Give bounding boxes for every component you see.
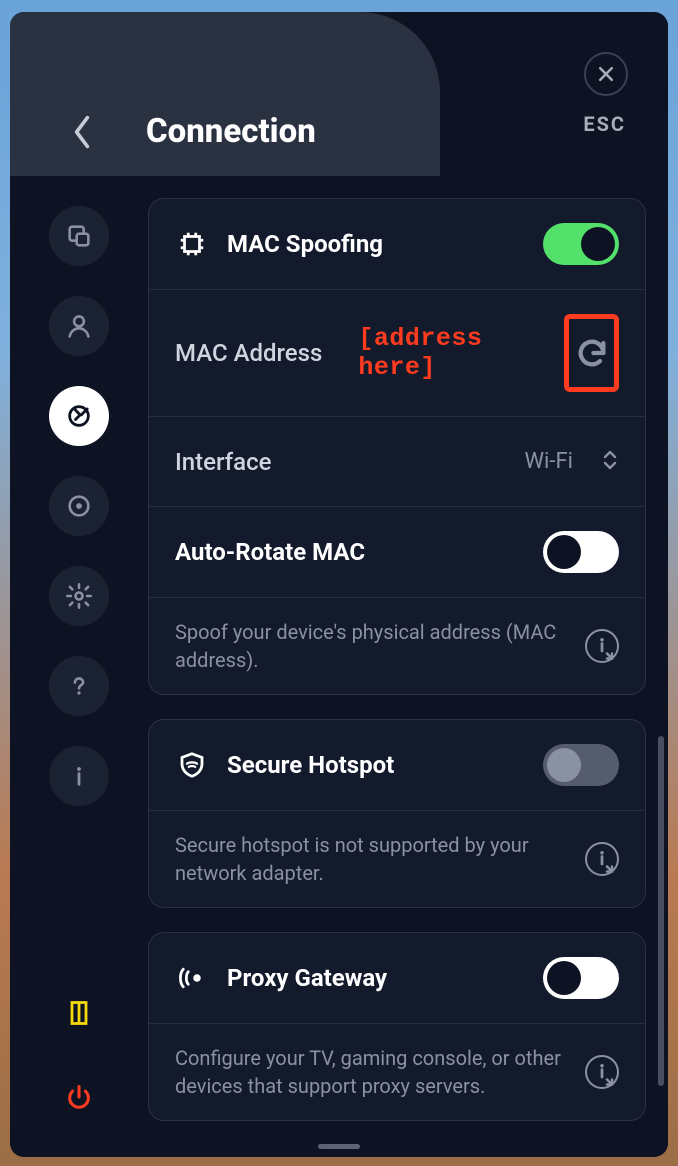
chevron-left-icon: [71, 114, 93, 150]
hotspot-footer: Secure hotspot is not supported by your …: [149, 811, 645, 907]
app-window: Connection ESC: [10, 12, 668, 1157]
sidebar-item-settings[interactable]: [49, 566, 109, 626]
row-interface[interactable]: Interface Wi-Fi: [149, 417, 645, 507]
mac-address-label: MAC Address: [175, 339, 322, 367]
chevron-updown-icon: [601, 448, 619, 472]
mac-footer: Spoof your device's physical address (MA…: [149, 598, 645, 694]
row-mac-address: MAC Address [address here]: [149, 290, 645, 417]
content: MAC Spoofing MAC Address [address here]: [148, 176, 668, 1157]
sidebar-item-info[interactable]: [49, 746, 109, 806]
proxy-footer: Configure your TV, gaming console, or ot…: [149, 1024, 645, 1120]
interface-label: Interface: [175, 448, 271, 476]
sidebar-item-power[interactable]: [49, 1067, 109, 1127]
hotspot-toggle[interactable]: [543, 744, 619, 786]
hotspot-info-link[interactable]: [585, 842, 619, 876]
auto-rotate-label: Auto-Rotate MAC: [175, 538, 365, 566]
hotspot-label: Secure Hotspot: [227, 751, 394, 779]
row-mac-spoofing: MAC Spoofing: [149, 199, 645, 290]
mac-spoofing-toggle[interactable]: [543, 223, 619, 265]
gear-icon: [65, 582, 93, 610]
mac-address-value: [address here]: [358, 324, 532, 382]
close-button[interactable]: [584, 52, 628, 96]
help-icon: [65, 672, 93, 700]
card-hotspot: Secure Hotspot Secure hotspot is not sup…: [148, 719, 646, 908]
card-proxy: Proxy Gateway Configure your TV, gaming …: [148, 932, 646, 1121]
refresh-icon: [575, 336, 609, 370]
proxy-info-link[interactable]: [585, 1055, 619, 1089]
row-auto-rotate: Auto-Rotate MAC: [149, 507, 645, 598]
mac-description: Spoof your device's physical address (MA…: [175, 618, 567, 674]
hotspot-description: Secure hotspot is not supported by your …: [175, 831, 567, 887]
esc-label: ESC: [583, 112, 626, 136]
sidebar-item-connection[interactable]: [49, 386, 109, 446]
sidebar-bottom: [49, 983, 109, 1157]
shield-yellow-icon: [65, 999, 93, 1027]
info-icon: [65, 762, 93, 790]
mac-spoofing-label: MAC Spoofing: [227, 230, 383, 258]
back-button[interactable]: [62, 112, 102, 152]
sidebar-item-firewall[interactable]: [49, 983, 109, 1043]
broadcast-icon: [175, 963, 209, 993]
info-link-icon: [587, 844, 617, 874]
sidebar-item-target[interactable]: [49, 476, 109, 536]
sidebar-item-user[interactable]: [49, 296, 109, 356]
chip-icon: [175, 229, 209, 259]
refresh-mac-button[interactable]: [564, 314, 619, 392]
info-link-icon: [587, 1057, 617, 1087]
mac-info-link[interactable]: [585, 629, 619, 663]
sidebar-item-help[interactable]: [49, 656, 109, 716]
target-icon: [65, 492, 93, 520]
sidebar-item-overlap[interactable]: [49, 206, 109, 266]
auto-rotate-toggle[interactable]: [543, 531, 619, 573]
overlap-icon: [65, 222, 93, 250]
proxy-toggle[interactable]: [543, 957, 619, 999]
resize-handle[interactable]: [318, 1144, 360, 1149]
row-hotspot: Secure Hotspot: [149, 720, 645, 811]
user-icon: [65, 312, 93, 340]
interface-value: Wi-Fi: [525, 449, 573, 474]
shield-icon: [175, 750, 209, 780]
body: MAC Spoofing MAC Address [address here]: [10, 176, 668, 1157]
close-icon: [596, 64, 616, 84]
power-icon: [65, 1083, 93, 1111]
scrollbar[interactable]: [658, 736, 664, 1086]
proxy-label: Proxy Gateway: [227, 964, 387, 992]
proxy-description: Configure your TV, gaming console, or ot…: [175, 1044, 567, 1100]
card-mac: MAC Spoofing MAC Address [address here]: [148, 198, 646, 695]
plug-icon: [65, 402, 93, 430]
row-proxy: Proxy Gateway: [149, 933, 645, 1024]
titlebar: Connection ESC: [10, 12, 668, 176]
interface-select[interactable]: [601, 448, 619, 476]
info-link-icon: [587, 631, 617, 661]
page-title: Connection: [146, 112, 316, 151]
sidebar: [10, 176, 148, 1157]
